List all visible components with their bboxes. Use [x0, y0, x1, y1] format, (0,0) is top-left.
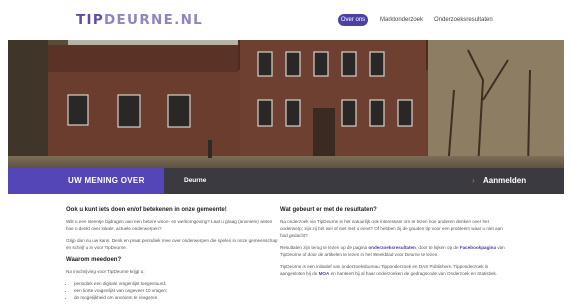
facebook-link[interactable]: Facebookpagina: [460, 245, 496, 250]
results-text: , door te kijken op de: [415, 245, 460, 250]
nav-marktonderzoek[interactable]: Marktonderzoek: [380, 14, 423, 26]
about-text: en hanteert bij al haar onderzoeken de g…: [329, 271, 498, 276]
hero-photo: [8, 40, 564, 168]
why-heading: Waarom meedoen?: [66, 257, 122, 263]
logo-part-deurne: DEURNE.NL: [104, 12, 204, 28]
list-item: de mogelijkheid om anoniem te reageren.: [74, 294, 281, 301]
results-column: Wat gebeurt er met de resultaten? Na ond…: [280, 206, 506, 282]
chevron-right-icon: ›: [472, 176, 475, 185]
hero-image: [8, 40, 564, 168]
nav-onderzoeksresultaten[interactable]: Onderzoeksresultaten: [434, 14, 493, 26]
benefits-list: periodiek een digitale vragenlijst toege…: [66, 280, 281, 301]
site-header: TIPDEURNE.NL Over ons Marktonderzoek Ond…: [0, 0, 572, 40]
cta-banner: UW MENING OVER Deurne › Aanmelden: [8, 168, 564, 194]
results-heading: Wat gebeurt er met de resultaten?: [280, 207, 377, 213]
banner-title-block: UW MENING OVER: [8, 168, 164, 194]
results-paragraph-2: Resultaten zijn terug te lezen op de pag…: [280, 244, 506, 258]
why-paragraph: Na inschrijving voor TipDeurne krijgt u:: [66, 269, 145, 274]
results-paragraph-1: Na onderzoek via TipDeurne is het natuur…: [280, 219, 503, 238]
intro-heading: Ook u kunt iets doen en/of betekenen in …: [66, 207, 227, 213]
moa-link[interactable]: MOA: [319, 271, 330, 276]
banner-title: UW MENING OVER: [68, 176, 145, 185]
list-item: een korte vragenlijst van ongeveer 10 vr…: [74, 287, 281, 294]
list-item: periodiek een digitale vragenlijst toege…: [74, 280, 281, 287]
intro-paragraph-1: Wilt u een steentje bijdragen aan een be…: [66, 219, 273, 231]
site-logo[interactable]: TIPDEURNE.NL: [76, 11, 203, 29]
nav-over-ons[interactable]: Over ons: [338, 14, 368, 26]
onderzoeksresultaten-link[interactable]: onderzoeksresultaten: [368, 245, 415, 250]
logo-part-tip: TIP: [76, 12, 105, 28]
banner-subtitle: Deurne: [184, 177, 207, 184]
intro-column: Ook u kunt iets doen en/of betekenen in …: [66, 206, 281, 301]
aanmelden-button[interactable]: Aanmelden: [483, 168, 526, 194]
results-text: Resultaten zijn terug te lezen op de pag…: [280, 245, 369, 250]
results-paragraph-3: TipDeurne is een initiatief van onderzoe…: [280, 263, 506, 277]
intro-paragraph-2: Grijp dan nu uw kans. Denk en praat peri…: [66, 238, 278, 250]
